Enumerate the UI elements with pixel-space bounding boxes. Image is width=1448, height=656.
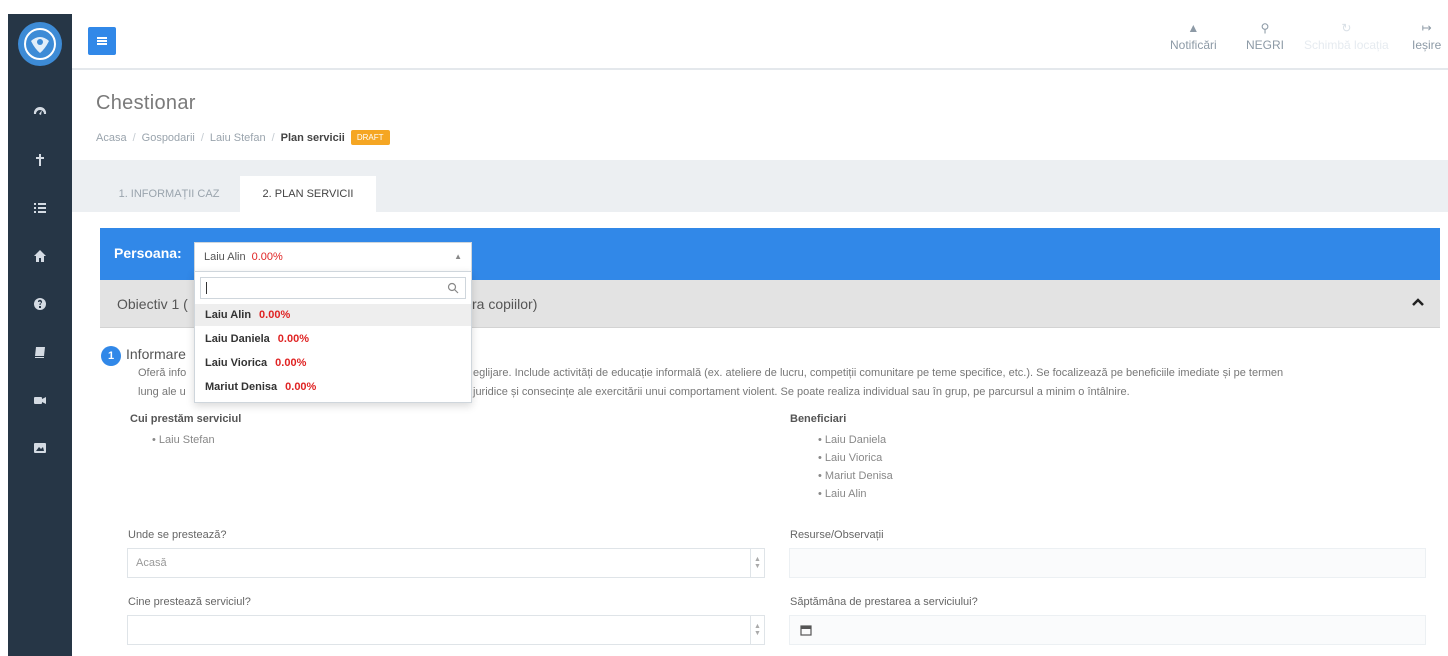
beneficiary-item: • Laiu Daniela xyxy=(818,434,887,446)
where-select[interactable]: Acasă ▲ ▼ xyxy=(127,548,765,578)
who-select[interactable]: ▲ ▼ xyxy=(127,615,765,645)
breadcrumb-household[interactable]: Laiu Stefan xyxy=(210,132,266,144)
logout-icon: ↦ xyxy=(1421,21,1432,35)
sidebar xyxy=(8,14,72,656)
where-value: Acasă xyxy=(136,557,167,569)
week-date-input[interactable] xyxy=(789,615,1426,645)
provider-item: • Laiu Stefan xyxy=(152,434,215,446)
option-percent: 0.00% xyxy=(275,357,307,369)
who-label: Cine prestează serviciul? xyxy=(128,596,251,608)
dropdown-option[interactable]: Laiu Daniela 0.00% xyxy=(195,328,471,350)
nav-person-icon[interactable] xyxy=(8,138,72,182)
where-label: Unde se prestează? xyxy=(128,529,227,541)
nav-book-icon[interactable] xyxy=(8,330,72,374)
persona-selected-name: Laiu Alin xyxy=(204,251,246,263)
nav-home-icon[interactable] xyxy=(8,234,72,278)
breadcrumb-households[interactable]: Gospodarii xyxy=(142,132,195,144)
breadcrumb-separator: / xyxy=(271,131,275,144)
objective-title-end: ra copiilor) xyxy=(472,296,538,312)
notifications-button[interactable]: ▲ Notificări xyxy=(1170,20,1217,52)
breadcrumb-separator: / xyxy=(200,131,204,144)
persona-select[interactable]: Laiu Alin 0.00% ▲ xyxy=(194,242,472,272)
section-title: Informare xyxy=(126,346,186,362)
nav-video-icon[interactable] xyxy=(8,378,72,422)
logout-button[interactable]: ↦ Ieșire xyxy=(1412,20,1441,52)
section-desc-line2-end: juridice și consecințe ale exercitării u… xyxy=(473,386,1130,398)
providers-label: Cui prestăm serviciul xyxy=(130,413,242,425)
page-title: Chestionar xyxy=(96,92,196,114)
breadcrumb-home[interactable]: Acasa xyxy=(96,132,127,144)
bell-icon: ▲ xyxy=(1187,21,1200,35)
section-desc-line2-start: lung ale u xyxy=(138,386,186,398)
section-desc-line1-end: eglijare. Include activități de educație… xyxy=(473,367,1284,379)
nav-dashboard-icon[interactable] xyxy=(8,90,72,134)
caret-up-icon: ▲ xyxy=(454,252,462,261)
tab-case-info[interactable]: 1. INFORMAȚII CAZ xyxy=(100,176,238,212)
beneficiary-item: • Laiu Viorica xyxy=(818,452,883,464)
refresh-icon: ↻ xyxy=(1341,21,1352,35)
breadcrumb-separator: / xyxy=(132,131,136,144)
spinner-arrows-icon: ▲ ▼ xyxy=(750,549,764,577)
section-desc-line1-start: Oferă info xyxy=(138,367,187,379)
beneficiary-item: • Mariut Denisa xyxy=(818,470,893,482)
unicef-logo[interactable] xyxy=(18,22,62,66)
collapse-chevron-up-icon[interactable] xyxy=(1408,294,1428,310)
tab-service-plan[interactable]: 2. PLAN SERVICII xyxy=(240,176,376,212)
change-location-button[interactable]: ↻ Schimbă locația xyxy=(1304,20,1389,52)
dropdown-option[interactable]: Mariut Denisa 0.00% xyxy=(195,376,471,398)
search-icon xyxy=(447,282,459,294)
user-button[interactable]: ⚲ NEGRI xyxy=(1246,20,1284,52)
nav-image-icon[interactable] xyxy=(8,426,72,470)
resources-label: Resurse/Observații xyxy=(790,529,884,541)
top-bar: ▲ Notificări ⚲ NEGRI ↻ Schimbă locația ↦… xyxy=(72,14,1448,70)
text-cursor xyxy=(206,282,207,294)
objective-title-start: Obiectiv 1 ( xyxy=(117,296,188,312)
option-percent: 0.00% xyxy=(285,381,317,393)
menu-toggle-button[interactable] xyxy=(88,27,116,55)
change-location-label: Schimbă locația xyxy=(1304,38,1389,52)
nav-list-icon[interactable] xyxy=(8,186,72,230)
hamburger-icon xyxy=(97,37,107,45)
option-name: Laiu Daniela xyxy=(205,333,270,345)
persona-label: Persoana: xyxy=(114,245,182,261)
option-percent: 0.00% xyxy=(277,333,309,345)
persona-selected-percent: 0.00% xyxy=(251,251,283,263)
persona-dropdown: Laiu Alin 0.00% Laiu Daniela 0.00% Laiu … xyxy=(194,271,472,403)
globe-logo-icon xyxy=(24,28,56,60)
calendar-icon xyxy=(800,625,812,636)
option-name: Laiu Alin xyxy=(205,309,252,321)
step-number-badge: 1 xyxy=(101,346,121,366)
breadcrumb-current: Plan servicii xyxy=(280,131,345,144)
beneficiaries-label: Beneficiari xyxy=(790,413,847,425)
breadcrumb: Acasa / Gospodarii / Laiu Stefan / Plan … xyxy=(96,130,390,145)
dropdown-option[interactable]: Laiu Alin 0.00% xyxy=(195,304,471,326)
week-label: Săptămâna de prestarea a serviciului? xyxy=(790,596,978,608)
logout-label: Ieșire xyxy=(1412,38,1442,52)
user-label: NEGRI xyxy=(1246,38,1285,52)
status-badge: DRAFT xyxy=(350,130,390,145)
spinner-arrows-icon: ▲ ▼ xyxy=(750,616,764,644)
beneficiary-item: • Laiu Alin xyxy=(818,488,867,500)
resources-input[interactable] xyxy=(789,548,1426,578)
notifications-label: Notificări xyxy=(1170,38,1217,52)
location-pin-icon: ⚲ xyxy=(1260,21,1270,35)
nav-help-icon[interactable] xyxy=(8,282,72,326)
dropdown-search-input[interactable] xyxy=(200,277,466,299)
option-name: Mariut Denisa xyxy=(205,381,278,393)
option-percent: 0.00% xyxy=(259,309,291,321)
dropdown-option[interactable]: Laiu Viorica 0.00% xyxy=(195,352,471,374)
option-name: Laiu Viorica xyxy=(205,357,268,369)
